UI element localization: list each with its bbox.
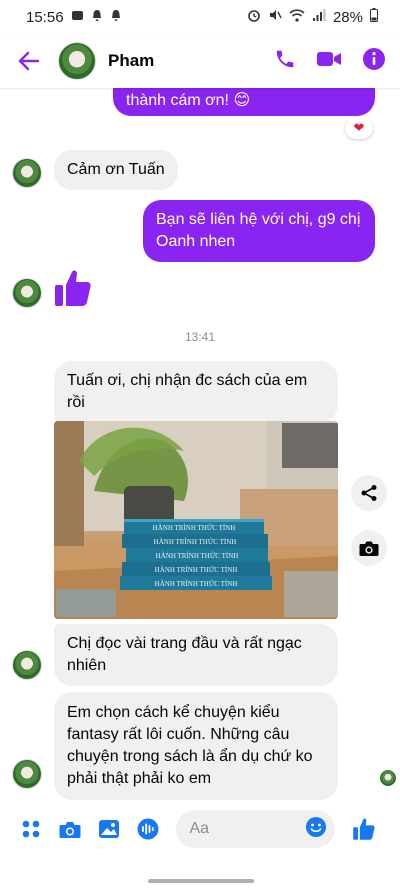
wifi-icon [289, 8, 305, 26]
conversation-header: Pham [0, 34, 400, 88]
message-thread[interactable]: thành cám ơn! 😊 ❤ Cảm ơn Tuấn Bạn sẽ liê… [0, 88, 400, 800]
gallery-icon[interactable] [92, 811, 126, 847]
signal-icon [312, 8, 326, 26]
timestamp: 13:41 [184, 330, 216, 344]
outgoing-message[interactable]: Bạn sẽ liên hệ với chị, g9 chị Oanh nhen [143, 200, 375, 262]
message-text: Em chọn cách kể chuyện kiểu fantasy rất … [67, 704, 313, 787]
sender-avatar[interactable] [12, 650, 42, 680]
battery-icon [370, 8, 378, 26]
share-icon[interactable] [351, 475, 387, 511]
svg-text:HÀNH TRÌNH THỨC TỈNH: HÀNH TRÌNH THỨC TỈNH [153, 524, 236, 532]
message-text: thành cám ơn! 😊 [126, 92, 251, 109]
sender-avatar[interactable] [12, 158, 42, 188]
outgoing-message[interactable]: thành cám ơn! 😊 [113, 88, 375, 116]
message-text: Tuấn ơi, chị nhận đc sách của em rồi [67, 372, 308, 411]
book-stack: HÀNH TRÌNH THỨC TỈNH HÀNH TRÌNH THỨC TỈN… [120, 519, 272, 590]
mic-icon[interactable] [131, 811, 165, 847]
bell-icon [91, 9, 103, 26]
incoming-message[interactable]: Tuấn ơi, chị nhận đc sách của em rồi [54, 361, 338, 423]
phone-icon[interactable] [274, 48, 296, 75]
contact-name[interactable]: Pham [108, 51, 274, 71]
camera-icon[interactable] [351, 530, 387, 566]
like-icon[interactable] [347, 811, 381, 847]
heart-icon: ❤ [353, 120, 365, 135]
svg-text:HÀNH TRÌNH THỨC TỈNH: HÀNH TRÌNH THỨC TỈNH [156, 552, 239, 560]
incoming-message[interactable]: Em chọn cách kể chuyện kiểu fantasy rất … [54, 692, 338, 800]
video-icon[interactable] [316, 49, 342, 74]
message-composer: Aa [0, 806, 400, 852]
message-text: Bạn sẽ liên hệ với chị, g9 chị Oanh nhen [156, 211, 361, 250]
message-text: Cảm ơn Tuấn [67, 161, 165, 178]
message-text: Chị đọc vài trang đầu và rất ngạc nhiên [67, 635, 302, 674]
photo-attachment[interactable]: HÀNH TRÌNH THỨC TỈNH HÀNH TRÌNH THỨC TỈN… [54, 421, 338, 619]
battery-percent: 28% [332, 8, 363, 26]
status-time: 15:56 [26, 8, 64, 26]
svg-text:HÀNH TRÌNH THỨC TỈNH: HÀNH TRÌNH THỨC TỈNH [154, 538, 237, 546]
incoming-message[interactable]: Cảm ơn Tuấn [54, 150, 178, 190]
contact-avatar[interactable] [58, 42, 96, 80]
incoming-message[interactable]: Chị đọc vài trang đầu và rất ngạc nhiên [54, 624, 338, 686]
alarm-icon [247, 8, 261, 26]
message-input[interactable]: Aa [176, 810, 335, 848]
bell-icon [110, 9, 122, 26]
messenger-notification-icon [71, 9, 84, 26]
emoji-icon[interactable] [305, 816, 327, 843]
seen-receipt-avatar [380, 770, 396, 786]
reaction-badge[interactable]: ❤ [345, 117, 373, 139]
sender-avatar[interactable] [12, 759, 42, 789]
like-sticker[interactable] [54, 268, 92, 313]
apps-icon[interactable] [14, 811, 48, 847]
home-indicator[interactable] [148, 879, 254, 883]
info-icon[interactable] [362, 47, 386, 76]
mute-icon [268, 8, 282, 26]
like-icon [55, 270, 91, 306]
sender-avatar[interactable] [12, 278, 42, 308]
back-arrow-icon[interactable] [14, 46, 44, 76]
svg-text:HÀNH TRÌNH THỨC TỈNH: HÀNH TRÌNH THỨC TỈNH [155, 580, 238, 588]
status-bar: 15:56 28% [0, 0, 400, 34]
svg-text:HÀNH TRÌNH THỨC TỈNH: HÀNH TRÌNH THỨC TỈNH [155, 566, 238, 574]
camera-icon[interactable] [53, 811, 87, 847]
message-input-placeholder: Aa [189, 820, 210, 837]
